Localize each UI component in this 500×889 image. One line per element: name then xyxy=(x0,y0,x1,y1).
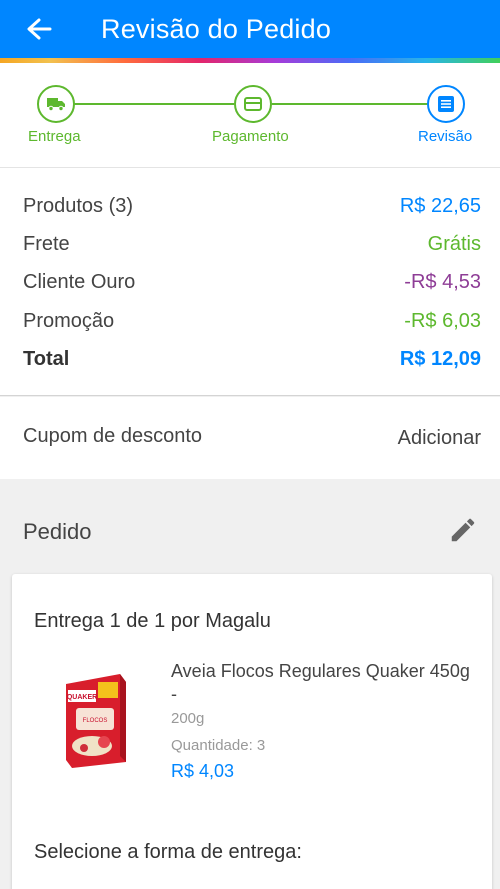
summary-value: R$ 12,09 xyxy=(399,348,481,370)
product-image-brand: QUAKER xyxy=(67,694,97,701)
product-weight: 200g xyxy=(171,710,205,727)
summary-row-total: Total R$ 12,09 xyxy=(23,348,481,371)
arrow-left-icon xyxy=(27,18,52,40)
truck-icon xyxy=(47,98,65,112)
list-icon xyxy=(438,96,454,112)
product-quantity: Quantidade: 3 xyxy=(171,737,266,754)
summary-label: Produtos (3) xyxy=(23,195,134,217)
pencil-icon xyxy=(451,518,475,542)
checkout-stepper: Entrega Pagamento Revisão xyxy=(0,63,500,168)
select-delivery-heading: Selecione a forma de entrega: xyxy=(34,841,302,863)
order-summary: Produtos (3) R$ 22,65 Frete Grátis Clien… xyxy=(0,168,500,396)
summary-row-gold-client: Cliente Ouro -R$ 4,53 xyxy=(23,271,481,294)
step-revisao[interactable] xyxy=(427,85,465,123)
coupon-row[interactable]: Cupom de desconto Adicionar xyxy=(0,397,500,479)
summary-row-products: Produtos (3) R$ 22,65 xyxy=(23,195,481,218)
step-pagamento[interactable] xyxy=(234,85,272,123)
step-label-entrega: Entrega xyxy=(28,128,81,145)
order-header: Pedido xyxy=(0,479,500,574)
product-image[interactable]: QUAKER FLOCOS xyxy=(60,670,132,770)
summary-label: Total xyxy=(23,348,70,370)
edit-order-button[interactable] xyxy=(448,515,478,545)
summary-label: Cliente Ouro xyxy=(23,271,136,293)
page-title: Revisão do Pedido xyxy=(101,13,332,44)
step-connector xyxy=(272,103,428,105)
order-title: Pedido xyxy=(23,519,92,544)
delivery-title: Entrega 1 de 1 por Magalu xyxy=(34,610,271,632)
summary-value: Grátis xyxy=(427,233,481,255)
step-entrega[interactable] xyxy=(37,85,75,123)
summary-label: Promoção xyxy=(23,310,115,332)
delivery-card: Entrega 1 de 1 por Magalu QUAKER FLOCOS … xyxy=(12,574,492,889)
step-connector xyxy=(74,103,234,105)
add-coupon-button[interactable]: Adicionar xyxy=(398,427,481,450)
card-icon xyxy=(244,97,262,111)
product-price: R$ 4,03 xyxy=(171,761,235,781)
summary-label: Frete xyxy=(23,233,70,255)
back-button[interactable] xyxy=(0,0,78,58)
summary-value: R$ 22,65 xyxy=(399,195,481,217)
step-label-revisao: Revisão xyxy=(418,128,473,145)
product-image-label: FLOCOS xyxy=(83,718,108,724)
summary-row-promotion: Promoção -R$ 6,03 xyxy=(23,310,481,333)
summary-row-shipping: Frete Grátis xyxy=(23,233,481,256)
summary-value: -R$ 6,03 xyxy=(404,310,481,332)
step-label-pagamento: Pagamento xyxy=(212,128,289,145)
app-bar: Revisão do Pedido xyxy=(0,0,500,58)
product-name[interactable]: Aveia Flocos Regulares Quaker 450g - xyxy=(171,660,471,706)
summary-value: -R$ 4,53 xyxy=(404,271,481,293)
coupon-label: Cupom de desconto xyxy=(23,425,203,447)
